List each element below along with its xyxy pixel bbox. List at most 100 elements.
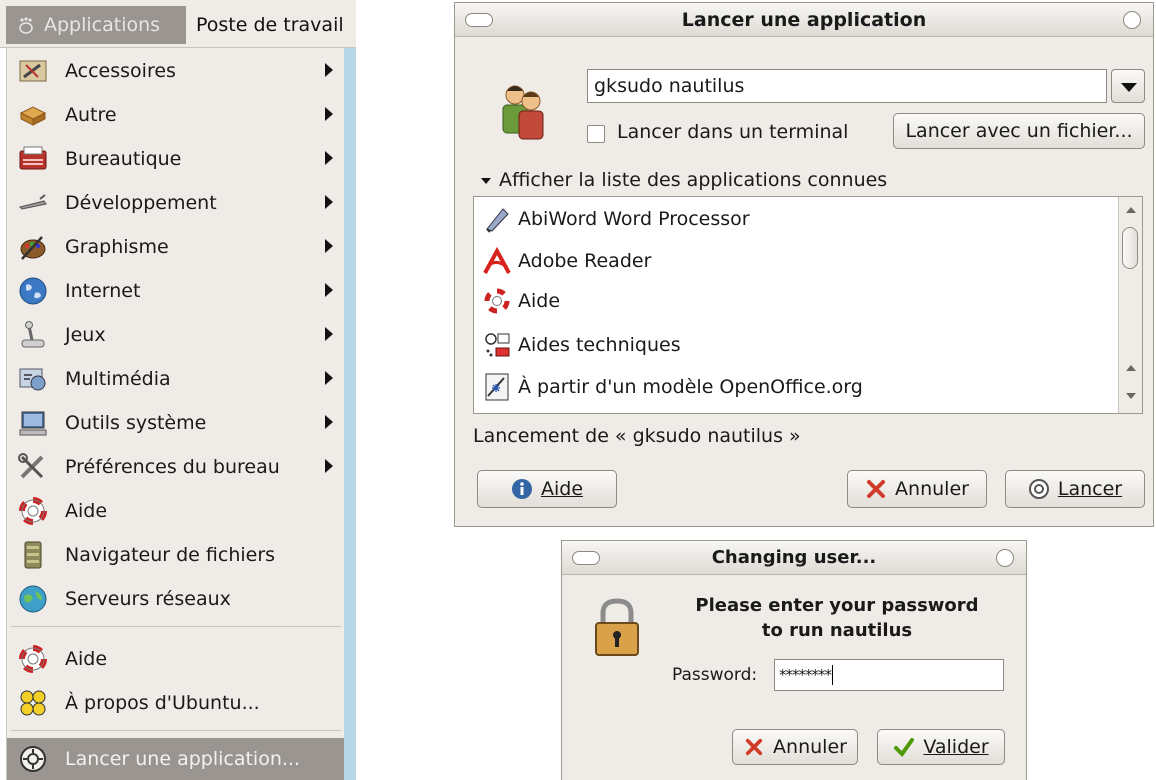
menu-item-label: Jeux: [65, 324, 106, 346]
scroll-down-icon[interactable]: [1126, 393, 1136, 399]
scroll-up-icon[interactable]: [1126, 365, 1136, 371]
menu-item-a-propos-ubuntu[interactable]: À propos d'Ubuntu...: [7, 682, 345, 724]
run-gear-icon: [1028, 478, 1050, 500]
menu-item-label: Accessoires: [65, 60, 176, 82]
run-dialog-titlebar[interactable]: Lancer une application: [455, 3, 1153, 37]
text-cursor: [832, 665, 833, 685]
terminal-checkbox-label[interactable]: Lancer dans un terminal: [617, 121, 848, 143]
terminal-checkbox[interactable]: [587, 125, 605, 143]
help-button[interactable]: Aide: [477, 470, 617, 508]
office-icon: [15, 143, 51, 175]
run-dialog-title: Lancer une application: [681, 8, 927, 31]
run-with-file-button[interactable]: Lancer avec un fichier...: [893, 113, 1145, 149]
command-input[interactable]: gksudo nautilus: [587, 69, 1107, 103]
cancel-x-icon: [865, 478, 887, 500]
menu-item-bureautique[interactable]: Bureautique: [7, 138, 345, 180]
prompt-line-1: Please enter your password: [695, 595, 979, 616]
list-item[interactable]: AbiWord Word Processor: [482, 199, 1112, 239]
menu-item-accessoires[interactable]: Accessoires: [7, 50, 345, 92]
cancel-button[interactable]: Annuler: [847, 470, 987, 508]
list-item-label: Aide: [518, 290, 561, 312]
run-with-file-label: Lancer avec un fichier...: [905, 120, 1133, 142]
menu-item-serveurs-reseaux[interactable]: Serveurs réseaux: [7, 578, 345, 620]
cancel-x-icon: [743, 736, 765, 758]
menu-item-graphisme[interactable]: Graphisme: [7, 226, 345, 268]
password-dialog-titlebar[interactable]: Changing user...: [562, 541, 1026, 575]
info-icon: [511, 478, 533, 500]
validate-button[interactable]: Valider: [877, 729, 1005, 765]
openoffice-template-icon: [482, 372, 512, 402]
known-applications-expander[interactable]: Afficher la liste des applications connu…: [481, 169, 887, 191]
menu-item-jeux[interactable]: Jeux: [7, 314, 345, 356]
menu-separator: [11, 626, 341, 627]
menu-item-label: Outils système: [65, 412, 207, 434]
list-item[interactable]: Adobe Reader: [482, 241, 1112, 281]
menu-item-autre[interactable]: Autre: [7, 94, 345, 136]
password-field[interactable]: ********: [774, 659, 1004, 691]
submenu-arrow-icon: [325, 283, 333, 297]
applications-menu: Accessoires Autre Bureautique Développem…: [6, 48, 345, 780]
menu-item-label: Préférences du bureau: [65, 456, 280, 478]
submenu-arrow-icon: [325, 107, 333, 121]
menu-item-label: Autre: [65, 104, 117, 126]
system-tools-icon: [15, 407, 51, 439]
scroll-up-icon[interactable]: [1126, 207, 1136, 213]
menu-item-label: Navigateur de fichiers: [65, 544, 276, 566]
window-menu-icon[interactable]: [465, 13, 493, 27]
submenu-arrow-icon: [325, 371, 333, 385]
help-lifebuoy-icon: [15, 495, 51, 527]
menu-item-preferences-du-bureau[interactable]: Préférences du bureau: [7, 446, 345, 488]
menu-item-lancer-une-application[interactable]: Lancer une application...: [7, 738, 345, 780]
menu-item-navigateur-de-fichiers[interactable]: Navigateur de fichiers: [7, 534, 345, 576]
assistive-technology-icon: [482, 330, 512, 360]
list-item[interactable]: Aides techniques: [482, 325, 1112, 365]
password-cancel-button[interactable]: Annuler: [732, 729, 858, 765]
help-button-label: Aide: [540, 478, 584, 500]
password-label: Password:: [672, 665, 758, 685]
menu-item-multimedia[interactable]: Multimédia: [7, 358, 345, 400]
menu-item-label: Multimédia: [65, 368, 171, 390]
list-item-label: AbiWord Word Processor: [518, 208, 750, 230]
menu-item-aide[interactable]: Aide: [7, 490, 345, 532]
password-dialog-title: Changing user...: [711, 547, 877, 568]
window-menu-icon[interactable]: [572, 551, 600, 565]
scrollbar-thumb[interactable]: [1122, 227, 1138, 269]
menu-item-label: Graphisme: [65, 236, 169, 258]
run-button-label: Lancer: [1057, 478, 1123, 500]
close-icon[interactable]: [1123, 11, 1141, 29]
applications-list[interactable]: AbiWord Word Processor Adobe Reader Aide…: [473, 196, 1143, 414]
expander-label: Afficher la liste des applications connu…: [499, 169, 888, 191]
command-input-value: gksudo nautilus: [594, 75, 745, 97]
desktop-preferences-icon: [15, 451, 51, 483]
menu-item-aide-bottom[interactable]: Aide: [7, 638, 345, 680]
command-history-dropdown-button[interactable]: [1111, 69, 1145, 103]
list-scrollbar[interactable]: [1118, 197, 1142, 413]
applications-menu-button[interactable]: Applications: [6, 6, 186, 44]
ubuntu-about-icon: [15, 687, 51, 719]
list-item-label: Adobe Reader: [518, 250, 652, 272]
menu-item-developpement[interactable]: Développement: [7, 182, 345, 224]
list-item[interactable]: Aide: [482, 281, 1112, 321]
status-text: Lancement de « gksudo nautilus »: [473, 425, 801, 447]
close-icon[interactable]: [996, 549, 1014, 567]
run-application-dialog: Lancer une application gksudo nautilus L…: [454, 2, 1154, 527]
run-button[interactable]: Lancer: [1005, 470, 1145, 508]
run-gear-icon: [15, 743, 51, 775]
submenu-arrow-icon: [325, 239, 333, 253]
foot-logo-icon: [19, 17, 33, 34]
chevron-down-icon: [1121, 83, 1137, 92]
menu-item-label: Internet: [65, 280, 141, 302]
menu-item-internet[interactable]: Internet: [7, 270, 345, 312]
list-item[interactable]: À partir d'un modèle OpenOffice.org: [482, 367, 1112, 407]
poste-de-travail-menu-button[interactable]: Poste de travail: [196, 6, 344, 44]
submenu-arrow-icon: [325, 459, 333, 473]
list-item-label: Aides techniques: [518, 334, 681, 356]
menu-item-outils-systeme[interactable]: Outils système: [7, 402, 345, 444]
development-icon: [15, 187, 51, 219]
abiword-icon: [482, 204, 512, 234]
desktop-background-strip: [344, 48, 356, 780]
file-browser-icon: [15, 539, 51, 571]
submenu-arrow-icon: [325, 327, 333, 341]
menu-item-label: Développement: [65, 192, 217, 214]
list-item-label: À partir d'un modèle OpenOffice.org: [518, 376, 863, 398]
